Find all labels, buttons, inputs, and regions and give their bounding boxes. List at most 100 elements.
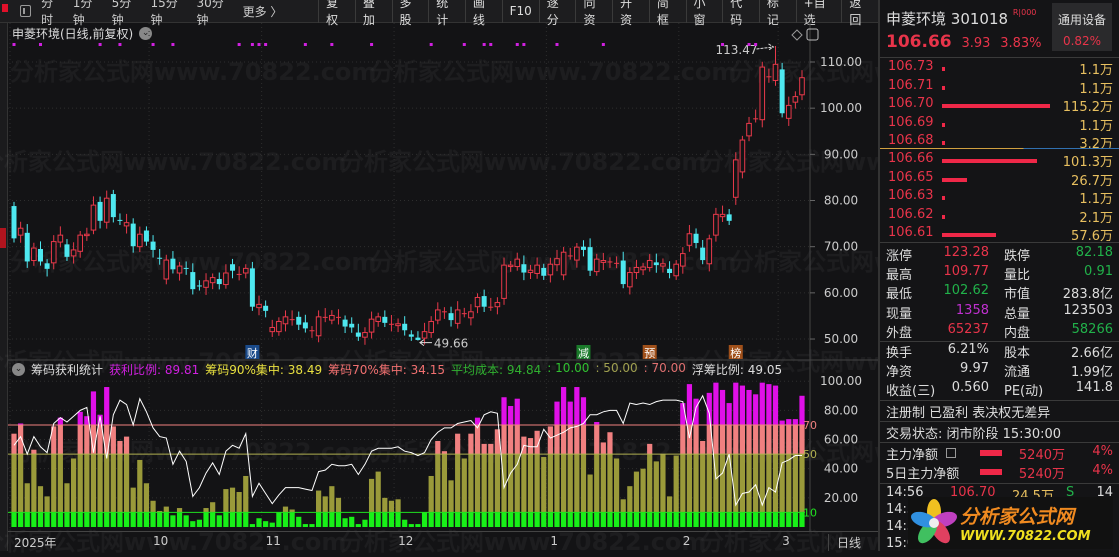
- candle: [24, 224, 30, 268]
- order-volume: 3.2万: [1079, 137, 1113, 152]
- event-marker-label: 预: [644, 347, 655, 360]
- profit-bar: [786, 419, 792, 527]
- signal-dot: [237, 43, 241, 46]
- profit-bar: [554, 401, 560, 527]
- event-marker-label: 榜: [730, 346, 741, 360]
- ask-row[interactable]: 106.71 1.1万: [880, 78, 1119, 97]
- candle: [593, 253, 600, 276]
- profit-bar: [421, 512, 428, 527]
- flow-pct: 4%: [1092, 462, 1113, 478]
- indicator-name: 筹码获利统计: [31, 363, 104, 377]
- ask-row[interactable]: 106.70 115.2万: [880, 96, 1119, 115]
- candle: [700, 239, 706, 265]
- bid-row[interactable]: 106.65 26.7万: [880, 170, 1119, 189]
- time-axis: 2025年 10 11 12 1 2 3 日线: [8, 531, 878, 551]
- indicator-menu-chevron-icon[interactable]: ⌄: [12, 363, 25, 376]
- panel-layout-icon[interactable]: [806, 28, 819, 41]
- candle: [541, 263, 547, 280]
- list-icon[interactable]: [946, 448, 956, 458]
- bid-row[interactable]: 106.66 101.3万: [880, 151, 1119, 170]
- flow-pct: 4%: [1092, 444, 1113, 459]
- profit-bar: [455, 433, 461, 527]
- bid-row[interactable]: 106.63 1.1万: [880, 188, 1119, 207]
- stat-label: 现量: [886, 306, 913, 322]
- kline-chart[interactable]: 110.00 100.00 90.00 80.00 70.00 60.00 50.00 11 3…: [0, 0, 878, 551]
- candle: [686, 224, 693, 252]
- profit-bar: [660, 454, 666, 527]
- stat-value: 6.21%: [947, 342, 989, 357]
- candle: [600, 252, 607, 270]
- profit-bar: [468, 433, 474, 527]
- profit-bar: [587, 474, 593, 527]
- profit-bar: [196, 519, 203, 527]
- price-change-pct: 3.83%: [1000, 36, 1042, 51]
- trade-status: 交易状态: 闭市阶段 15:30:00: [886, 427, 1062, 442]
- indicator-value: 筹码70%集中: 34.15: [328, 363, 446, 377]
- stock-code: 301018: [950, 10, 1009, 28]
- bid-row[interactable]: 106.62 2.1万: [880, 207, 1119, 226]
- profit-bar: [123, 436, 130, 527]
- ask-row[interactable]: 106.68 3.2万: [880, 133, 1119, 152]
- period-label[interactable]: 日线: [828, 534, 861, 551]
- stat-label: 收益(三): [886, 384, 936, 400]
- profit-bar: [402, 519, 408, 527]
- flow-amount: 5240万: [1018, 466, 1065, 482]
- event-marker-label: 减: [578, 347, 589, 360]
- order-volume-bar: [942, 177, 967, 182]
- profit-bar: [666, 496, 673, 527]
- profit-bar: [686, 384, 693, 527]
- sector-box[interactable]: 通用设备 0.82%: [1052, 3, 1112, 51]
- candle: [646, 254, 653, 272]
- signal-dot: [482, 43, 486, 46]
- candle: [216, 272, 222, 290]
- candle: [368, 311, 375, 339]
- ask-row[interactable]: 106.69 1.1万: [880, 115, 1119, 134]
- candle: [428, 316, 434, 338]
- candle: [70, 242, 77, 264]
- y-tick-label: 110.00: [820, 55, 862, 69]
- candle: [660, 258, 666, 273]
- profit-bar: [37, 486, 44, 527]
- order-volume-bar: [942, 67, 945, 71]
- candle: [792, 91, 799, 109]
- signal-dot: [754, 43, 758, 46]
- signal-dot: [601, 43, 605, 46]
- ask-row[interactable]: 106.73 1.1万: [880, 59, 1119, 78]
- order-volume: 26.7万: [1071, 173, 1113, 189]
- profit-bar: [647, 443, 653, 527]
- candle: [726, 209, 732, 225]
- profit-bar: [236, 492, 242, 527]
- candle: [190, 263, 196, 295]
- quote-panel: 申菱环境 301018 R|000 通用设备 0.82% 106.66 3.93…: [878, 0, 1119, 551]
- profit-bar: [282, 506, 289, 527]
- candle: [289, 310, 295, 326]
- candle: [276, 317, 282, 336]
- candle: [388, 315, 394, 332]
- signal-dot: [98, 43, 102, 46]
- site-logo: 分析家公式网 WWW.70822.COM: [908, 497, 1113, 549]
- profit-bar: [580, 397, 587, 527]
- diamond-icon[interactable]: [791, 29, 803, 41]
- candle: [620, 251, 626, 289]
- profit-bar: [183, 515, 189, 527]
- y-tick-label: 90.00: [824, 147, 858, 161]
- profit-bar: [567, 401, 573, 527]
- profit-bar: [408, 524, 414, 527]
- profit-bar: [415, 524, 421, 527]
- stat-value: 109.77: [943, 264, 990, 280]
- y-tick-label: 70.00: [824, 240, 858, 254]
- profit-bar: [574, 387, 580, 527]
- stat-label: 量比: [1004, 268, 1031, 284]
- signal-dot: [555, 43, 559, 46]
- ref-line-label: 10: [803, 506, 817, 519]
- profit-bar: [508, 405, 514, 527]
- y-tick-label: 60.00: [824, 286, 858, 300]
- stat-label: 外盘: [886, 325, 913, 341]
- profit-bar: [229, 487, 236, 527]
- candle: [263, 300, 269, 318]
- candle: [50, 235, 57, 270]
- profit-bar: [163, 506, 169, 527]
- order-volume: 101.3万: [1062, 155, 1113, 170]
- signal-dot: [12, 43, 16, 46]
- stat-label: 涨停: [886, 249, 913, 264]
